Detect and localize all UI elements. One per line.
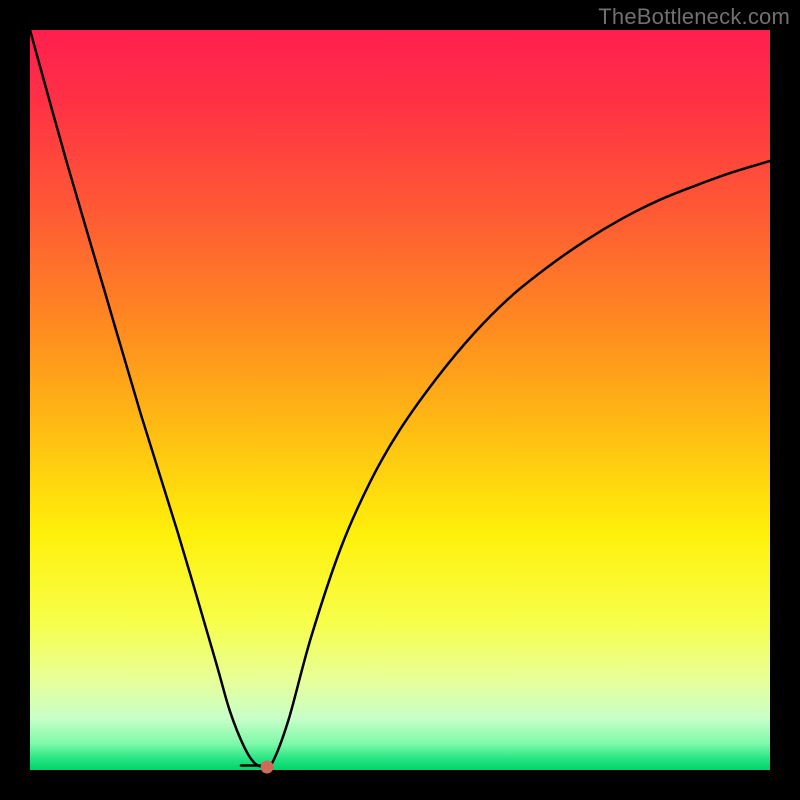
curve-layer [30,30,770,770]
bottleneck-curve [30,30,770,767]
watermark-text: TheBottleneck.com [598,4,790,30]
optimum-marker [260,761,273,774]
chart-frame: TheBottleneck.com [0,0,800,800]
